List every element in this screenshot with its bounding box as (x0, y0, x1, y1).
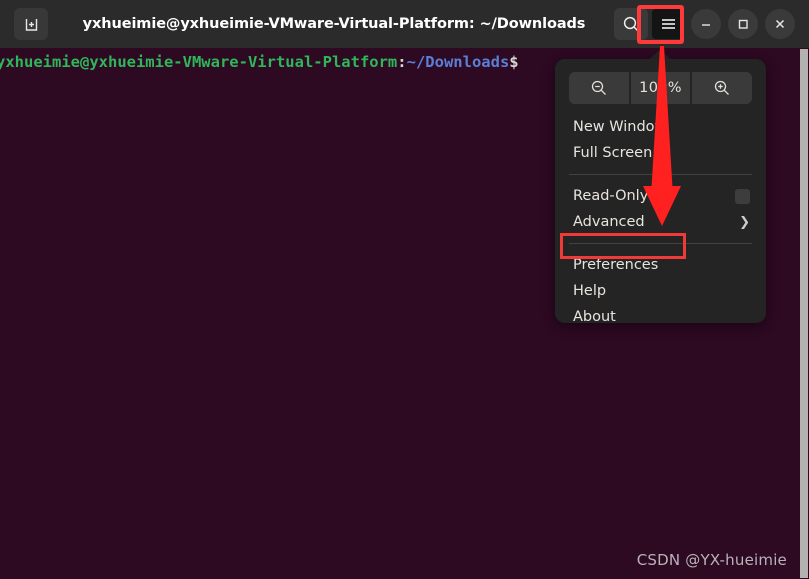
watermark-text: CSDN @YX-hueimie (636, 551, 787, 569)
menu-item-advanced[interactable]: Advanced ❯ (555, 209, 766, 235)
hamburger-menu-icon (661, 19, 675, 29)
minimize-icon (702, 24, 710, 26)
menu-item-read-only[interactable]: Read-Only (555, 183, 766, 209)
terminal-scrollbar[interactable] (800, 48, 809, 579)
zoom-in-button[interactable] (690, 72, 752, 104)
menu-item-new-window[interactable]: New Window (555, 114, 766, 140)
new-tab-icon (25, 18, 37, 31)
menu-item-label: New Window (573, 119, 667, 135)
popup-menu: 100% New Window Full Screen Read-Only Ad… (555, 59, 766, 325)
menu-item-label: About (573, 309, 616, 325)
read-only-checkbox[interactable] (735, 188, 750, 204)
window-title: yxhueimie@yxhueimie-VMware-Virtual-Platf… (82, 16, 586, 32)
hamburger-menu-button[interactable] (652, 9, 684, 39)
prompt-path: ~/Downloads (406, 53, 510, 71)
maximize-button[interactable] (728, 9, 758, 39)
menu-item-help[interactable]: Help (555, 278, 766, 304)
menu-item-about[interactable]: About (555, 304, 766, 330)
menu-separator (569, 174, 752, 175)
search-button[interactable] (614, 8, 648, 40)
menu-item-label: Full Screen (573, 145, 653, 161)
zoom-in-icon (715, 80, 730, 95)
menu-item-label: Help (573, 283, 607, 299)
menu-item-label: Read-Only (573, 188, 649, 204)
zoom-control-group: 100% (569, 72, 752, 104)
terminal-prompt-line: yxhueimie@yxhueimie-VMware-Virtual-Platf… (0, 53, 519, 71)
close-icon (775, 19, 785, 29)
zoom-level-label[interactable]: 100% (628, 72, 691, 104)
search-icon (623, 16, 639, 32)
scrollbar-thumb[interactable] (800, 49, 808, 578)
prompt-symbol: $ (509, 53, 519, 71)
window-titlebar: yxhueimie@yxhueimie-VMware-Virtual-Platf… (0, 0, 809, 48)
prompt-user-host: yxhueimie@yxhueimie-VMware-Virtual-Platf… (0, 53, 398, 71)
menu-item-full-screen[interactable]: Full Screen (555, 140, 766, 166)
zoom-out-icon (591, 80, 606, 95)
minimize-button[interactable] (691, 9, 721, 39)
maximize-icon (738, 19, 748, 29)
menu-separator (569, 243, 752, 244)
menu-item-preferences[interactable]: Preferences (555, 252, 766, 278)
close-button[interactable] (765, 9, 795, 39)
menu-item-label: Preferences (573, 257, 659, 273)
menu-item-label: Advanced (573, 214, 645, 230)
chevron-right-icon: ❯ (739, 214, 750, 230)
zoom-out-button[interactable] (569, 72, 629, 104)
new-tab-button[interactable] (14, 8, 48, 40)
prompt-colon: : (397, 53, 407, 71)
